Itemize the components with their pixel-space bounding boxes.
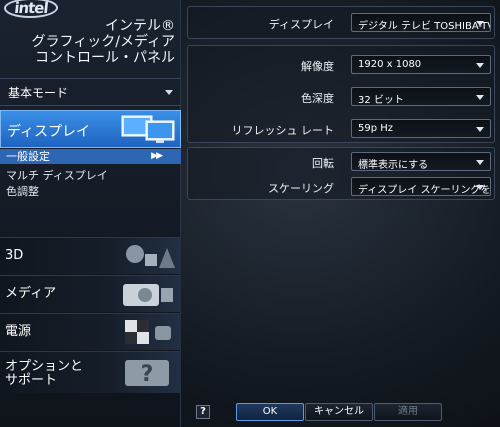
chevron-down-icon xyxy=(476,95,484,100)
display-panel: ディスプレイ デジタル テレビ TOSHIBA-TV xyxy=(187,6,495,39)
svg-text:?: ? xyxy=(141,362,154,387)
intel-logo: intel xyxy=(2,0,60,18)
color-depth-row: 色深度 32 ビット xyxy=(188,87,494,107)
chevron-down-icon xyxy=(476,21,484,26)
mode-select[interactable]: 基本モード xyxy=(0,78,181,106)
power-plug-icon xyxy=(125,320,171,344)
chevron-down-icon xyxy=(476,185,484,190)
resolution-label: 解像度 xyxy=(301,60,334,73)
mode-panel: 解像度 1920 x 1080 色深度 32 ビット リフレッシュ レート 59… xyxy=(187,45,495,143)
ok-button[interactable]: OK xyxy=(236,403,304,421)
nav-item-3d[interactable]: 3D xyxy=(0,237,181,274)
3d-shapes-icon xyxy=(126,245,175,268)
resolution-row: 解像度 1920 x 1080 xyxy=(188,55,494,75)
help-question-icon: ? xyxy=(125,360,169,387)
nav-item-media-label: メディア xyxy=(5,286,57,301)
cancel-button[interactable]: キャンセル xyxy=(305,403,373,421)
rotation-dropdown[interactable]: 標準表示にする xyxy=(351,152,491,171)
display-row: ディスプレイ デジタル テレビ TOSHIBA-TV xyxy=(188,13,494,33)
color-depth-value: 32 ビット xyxy=(358,95,404,106)
nav-item-3d-label: 3D xyxy=(5,248,24,263)
chevron-down-icon xyxy=(476,63,484,68)
rotation-row: 回転 標準表示にする xyxy=(188,152,494,172)
app-title-line-1: インテル® xyxy=(105,18,175,34)
refresh-rate-dropdown[interactable]: 59p Hz xyxy=(351,119,491,138)
display-value: デジタル テレビ TOSHIBA-TV xyxy=(358,21,491,32)
nav-item-display-label: ディスプレイ xyxy=(7,124,91,140)
nav-item-media[interactable]: メディア xyxy=(0,275,181,312)
app-title: インテル® グラフィック/メディア コントロール・パネル xyxy=(32,18,175,66)
media-player-icon xyxy=(123,284,173,306)
scaling-value: ディスプレイ スケーリングを保... xyxy=(358,185,491,196)
rotation-value: 標準表示にする xyxy=(358,160,429,171)
subnav-general-settings-label: 一般設定 xyxy=(6,150,50,163)
nav-item-power-label: 電源 xyxy=(5,324,32,339)
display-label: ディスプレイ xyxy=(268,18,334,31)
refresh-rate-label: リフレッシュ レート xyxy=(231,124,335,137)
nav-item-power[interactable]: 電源 xyxy=(0,313,181,350)
mode-select-label: 基本モード xyxy=(8,85,69,100)
rotation-label: 回転 xyxy=(312,157,334,170)
color-depth-dropdown[interactable]: 32 ビット xyxy=(351,87,491,106)
resolution-value: 1920 x 1080 xyxy=(358,59,422,70)
apply-button[interactable]: 適用 xyxy=(374,403,442,421)
scaling-label: スケーリング xyxy=(268,182,334,195)
rotation-panel: 回転 標準表示にする スケーリング ディスプレイ スケーリングを保... xyxy=(187,147,495,200)
app-title-line-2: グラフィック/メディア xyxy=(31,34,175,50)
subnav-general-settings[interactable]: 一般設定 ▶▶ xyxy=(0,149,181,164)
double-chevron-right-icon: ▶▶ xyxy=(151,151,163,161)
sidebar: intel インテル® グラフィック/メディア コントロール・パネル 基本モード… xyxy=(0,0,181,427)
app-title-line-3: コントロール・パネル xyxy=(35,50,175,66)
nav-item-options-support-label: オプションと サポート xyxy=(5,359,84,388)
chevron-down-icon xyxy=(476,160,484,165)
scaling-row: スケーリング ディスプレイ スケーリングを保... xyxy=(188,177,494,197)
refresh-rate-row: リフレッシュ レート 59p Hz xyxy=(188,119,494,139)
subnav-color-adjust[interactable]: 色調整 xyxy=(6,183,39,199)
nav-item-options-support[interactable]: オプションと サポート ? xyxy=(0,351,181,393)
scaling-dropdown[interactable]: ディスプレイ スケーリングを保... xyxy=(351,177,491,196)
resolution-dropdown[interactable]: 1920 x 1080 xyxy=(351,55,491,74)
chevron-down-icon xyxy=(165,90,173,95)
header: intel インテル® グラフィック/メディア コントロール・パネル xyxy=(0,0,181,78)
subnav-multi-display[interactable]: マルチ ディスプレイ xyxy=(6,167,108,183)
refresh-rate-value: 59p Hz xyxy=(358,123,394,134)
help-button[interactable]: ? xyxy=(196,405,210,419)
color-depth-label: 色深度 xyxy=(301,92,334,105)
nav-item-display[interactable]: ディスプレイ xyxy=(0,110,181,148)
display-dropdown[interactable]: デジタル テレビ TOSHIBA-TV xyxy=(351,13,491,32)
monitors-icon xyxy=(121,115,175,143)
chevron-down-icon xyxy=(476,127,484,132)
